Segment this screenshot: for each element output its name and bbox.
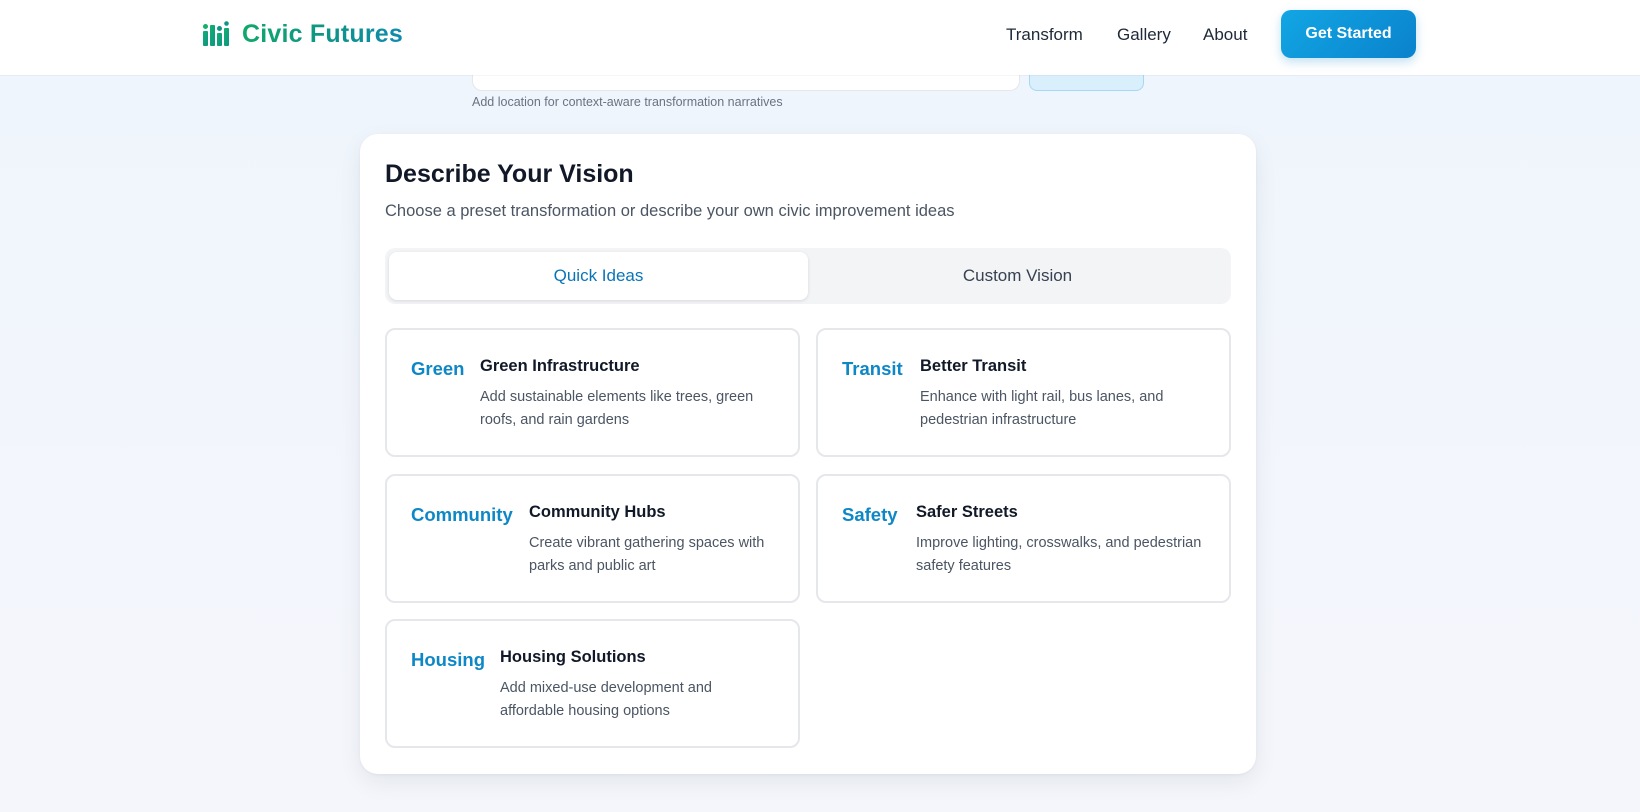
nav-gallery[interactable]: Gallery [1117,25,1171,45]
idea-title: Better Transit [920,357,1027,375]
idea-title: Housing Solutions [500,648,646,666]
idea-card-community[interactable]: Community Community Hubs Create vibrant … [385,474,800,603]
idea-description: Add sustainable elements like trees, gre… [480,389,754,428]
idea-title: Green Infrastructure [480,357,640,375]
idea-title: Safer Streets [916,503,1018,521]
vision-subtitle: Choose a preset transformation or descri… [385,202,955,220]
idea-description: Enhance with light rail, bus lanes, and … [920,389,1164,428]
idea-tag: Housing [411,649,485,670]
idea-description: Add mixed-use development and affordable… [500,680,712,719]
nav-transform[interactable]: Transform [1006,25,1083,45]
nav-about[interactable]: About [1203,25,1247,45]
idea-description: Create vibrant gathering spaces with par… [529,535,765,574]
idea-tag: Transit [842,358,903,379]
idea-tag: Green [411,358,465,379]
bar-chart-icon [203,21,229,46]
vision-title: Describe Your Vision [385,160,634,188]
idea-card-safety[interactable]: Safety Safer Streets Improve lighting, c… [816,474,1231,603]
top-navbar: Civic Futures Transform Gallery About Ge… [0,0,1640,75]
tab-quick-ideas[interactable]: Quick Ideas [389,252,808,300]
vision-card: Describe Your Vision Choose a preset tra… [360,134,1256,774]
location-hint: Add location for context-aware transform… [472,95,783,109]
idea-title: Community Hubs [529,503,666,521]
tab-custom-vision[interactable]: Custom Vision [808,252,1227,300]
idea-description: Improve lighting, crosswalks, and pedest… [916,535,1202,574]
brand-name: Civic Futures [242,19,403,48]
brand-logo[interactable]: Civic Futures [202,18,403,50]
vision-tabs: Quick Ideas Custom Vision [385,248,1231,304]
get-started-button[interactable]: Get Started [1281,10,1416,58]
idea-tag: Safety [842,504,898,525]
idea-card-housing[interactable]: Housing Housing Solutions Add mixed-use … [385,619,800,748]
idea-card-transit[interactable]: Transit Better Transit Enhance with ligh… [816,328,1231,457]
idea-tag: Community [411,504,513,525]
idea-card-green[interactable]: Green Green Infrastructure Add sustainab… [385,328,800,457]
